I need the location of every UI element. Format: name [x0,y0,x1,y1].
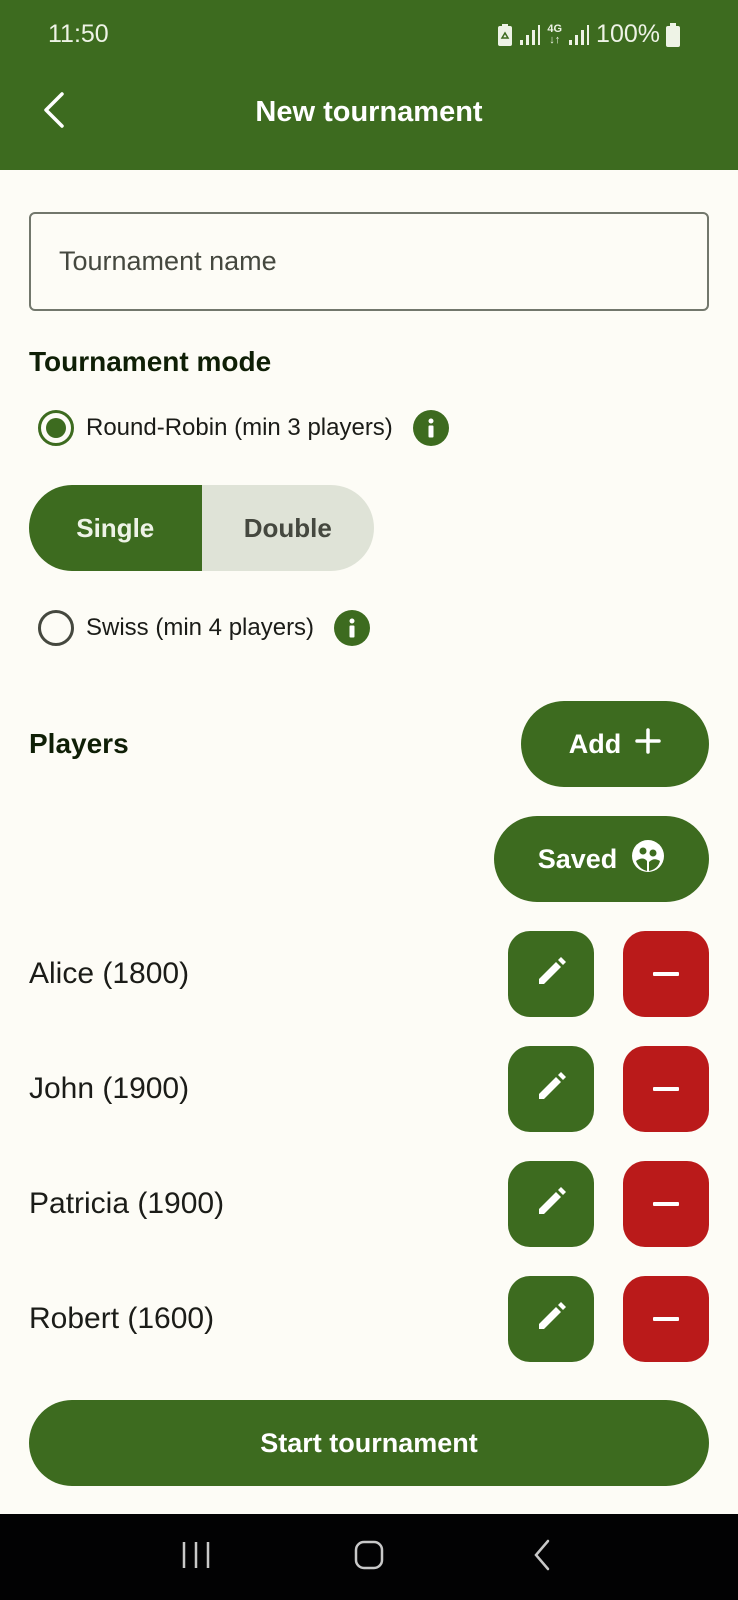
segment-double[interactable]: Double [201,485,374,571]
pencil-icon [534,955,568,994]
network-label: 4G [547,22,563,35]
player-name: Patricia (1900) [29,1187,225,1220]
edit-player-button[interactable] [508,931,594,1017]
remove-player-button[interactable] [623,1276,709,1362]
tournament-name-field[interactable] [29,212,709,311]
player-name: Robert (1600) [29,1302,215,1335]
battery-saver-icon [497,23,513,47]
tournament-name-input[interactable] [59,246,707,277]
network-4g-icon: 4G ↓↑ [547,22,563,46]
home-icon [354,1540,384,1575]
page-title: New tournament [255,96,483,128]
tournament-mode-heading: Tournament mode [29,346,272,377]
home-button[interactable] [339,1527,399,1587]
recent-apps-button[interactable] [166,1527,226,1587]
player-row: Patricia (1900) [29,1161,709,1247]
minus-icon [653,1195,679,1213]
app-bar: 11:50 4G ↓↑ 100% New tournament [0,0,738,170]
saved-players-button[interactable]: Saved [494,816,709,902]
minus-icon [653,965,679,983]
player-row: John (1900) [29,1046,709,1132]
system-nav-bar [0,1514,738,1600]
edit-player-button[interactable] [508,1161,594,1247]
add-label: Add [568,728,622,759]
battery-icon [666,22,680,47]
mode-option-round-robin[interactable]: Round-Robin (min 3 players) [38,410,449,446]
minus-icon [653,1080,679,1098]
info-icon[interactable] [412,410,449,446]
battery-percent: 100% [596,20,660,48]
players-heading: Players [29,728,129,759]
edit-player-button[interactable] [508,1276,594,1362]
player-row: Robert (1600) [29,1276,709,1362]
minus-icon [653,1310,679,1328]
remove-player-button[interactable] [623,1046,709,1132]
plus-icon [635,727,661,761]
pencil-icon [534,1070,568,1109]
pencil-icon [534,1185,568,1224]
player-row: Alice (1800) [29,931,709,1017]
swiss-label: Swiss (min 4 players) [86,614,315,641]
segment-single[interactable]: Single [29,485,202,571]
remove-player-button[interactable] [623,1161,709,1247]
round-robin-label: Round-Robin (min 3 players) [86,414,393,441]
player-name: Alice (1800) [29,957,190,990]
radio-round-robin[interactable] [38,410,74,446]
status-icons: 4G ↓↑ 100% [497,20,680,49]
back-arrow-icon [532,1539,552,1576]
add-player-button[interactable]: Add [521,701,709,787]
pencil-icon [534,1300,568,1339]
signal-icon [519,24,541,46]
radio-swiss[interactable] [38,610,74,646]
edit-player-button[interactable] [508,1046,594,1132]
round-type-segmented: Single Double [29,485,374,571]
group-icon [631,839,665,880]
status-time: 11:50 [48,20,109,48]
mode-option-swiss[interactable]: Swiss (min 4 players) [38,610,371,646]
player-name: John (1900) [29,1072,190,1105]
remove-player-button[interactable] [623,931,709,1017]
recent-apps-icon [181,1540,211,1575]
saved-label: Saved [537,843,618,874]
start-tournament-button[interactable]: Start tournament [29,1400,709,1486]
info-icon[interactable] [334,610,371,646]
signal-icon-2 [568,24,590,46]
system-back-button[interactable] [512,1527,572,1587]
